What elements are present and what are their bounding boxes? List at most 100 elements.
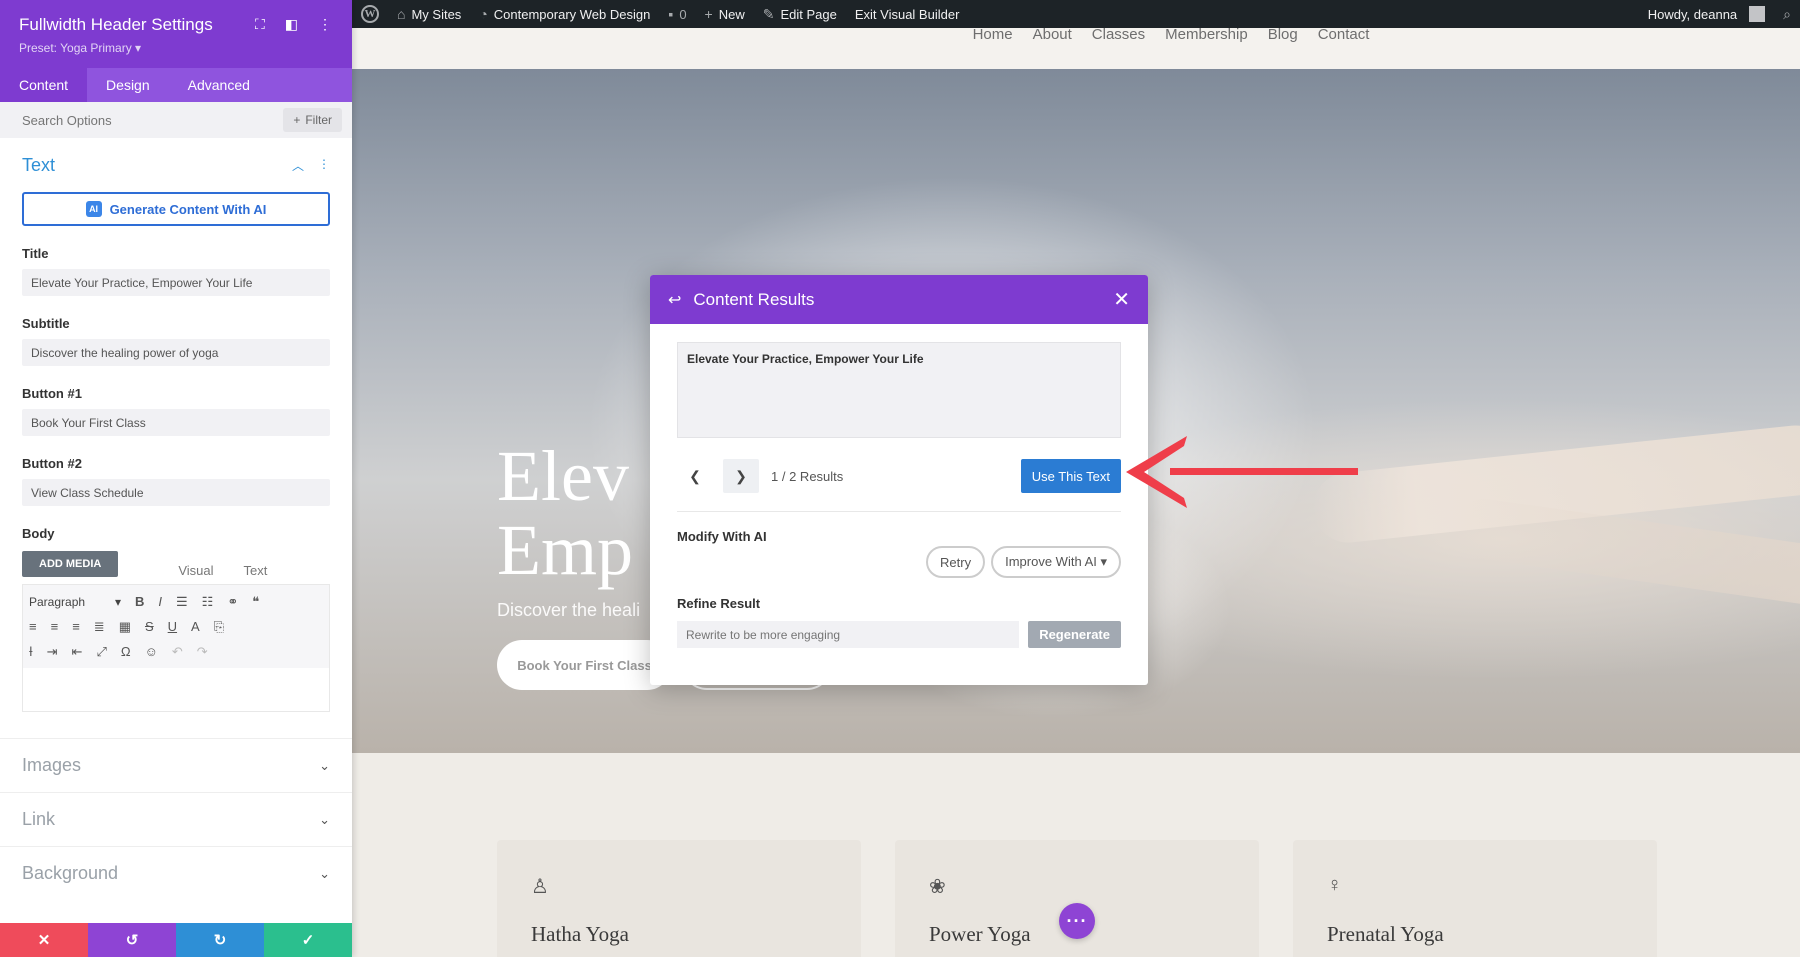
site-name-link[interactable]: ◔Contemporary Web Design	[470, 0, 659, 28]
hero-button-primary[interactable]: Book Your First Class	[497, 640, 672, 690]
regenerate-button[interactable]: Regenerate	[1028, 621, 1121, 648]
caret-down-icon: ▾	[115, 595, 121, 609]
builder-options-button[interactable]: ···	[1059, 903, 1095, 939]
previous-result-button[interactable]: ❮	[677, 459, 713, 493]
dashboard-icon: ◔	[479, 6, 487, 22]
more-options-icon[interactable]: ⋮	[318, 157, 330, 174]
meditation-icon: ♙	[531, 874, 549, 899]
title-field[interactable]: Elevate Your Practice, Empower Your Life	[22, 269, 330, 296]
next-result-button[interactable]: ❯	[723, 459, 759, 493]
align-right-icon[interactable]: ≡	[72, 619, 80, 634]
chevron-up-icon[interactable]: ︿	[292, 157, 304, 174]
fullscreen-icon[interactable]: ⤢	[96, 644, 106, 660]
text-color-icon[interactable]: A	[191, 619, 200, 634]
nav-membership[interactable]: Membership	[1165, 28, 1248, 69]
tab-advanced[interactable]: Advanced	[169, 68, 269, 102]
preset-dropdown[interactable]: Preset: Yoga Primary ▾	[19, 41, 352, 55]
comments-link[interactable]: ▪0	[659, 0, 695, 28]
italic-icon[interactable]: I	[158, 594, 162, 609]
edit-page-link[interactable]: ✎Edit Page	[754, 0, 846, 28]
improve-with-ai-dropdown[interactable]: Improve With AI ▾	[991, 546, 1121, 578]
refine-result-label: Refine Result	[677, 596, 1121, 611]
outdent-icon[interactable]: ⇤	[72, 644, 83, 660]
comments-count: 0	[679, 7, 686, 22]
close-icon: ✕	[38, 931, 51, 949]
result-counter: 1 / 2 Results	[771, 469, 843, 484]
tab-design[interactable]: Design	[87, 68, 169, 102]
modal-title: Content Results	[693, 290, 814, 310]
my-sites-link[interactable]: ⌂My Sites	[388, 0, 470, 28]
paste-icon[interactable]: ⎘	[214, 619, 224, 635]
link-section[interactable]: Link ⌄	[0, 792, 352, 846]
nav-blog[interactable]: Blog	[1268, 28, 1298, 69]
add-media-button[interactable]: ADD MEDIA	[22, 551, 118, 577]
redo-button[interactable]: ↻	[176, 923, 264, 957]
undo-icon[interactable]: ↶	[172, 644, 183, 660]
align-left-icon[interactable]: ≡	[29, 619, 37, 634]
nav-contact[interactable]: Contact	[1318, 28, 1370, 69]
redo-icon[interactable]: ↷	[197, 644, 208, 660]
site-navigation: Home About Classes Membership Blog Conta…	[352, 28, 1800, 69]
justify-icon[interactable]: ≣	[94, 619, 105, 635]
strikethrough-icon[interactable]: S	[145, 619, 154, 634]
editor-tab-text[interactable]: Text	[244, 563, 268, 578]
button1-field[interactable]: Book Your First Class	[22, 409, 330, 436]
indent-icon[interactable]: ⇥	[47, 644, 58, 660]
use-this-text-button[interactable]: Use This Text	[1021, 459, 1121, 493]
emoji-icon[interactable]: ☺	[145, 644, 158, 659]
account-menu[interactable]: Howdy, deanna	[1639, 0, 1774, 28]
more-options-icon[interactable]: ⋮	[318, 16, 332, 33]
nav-about[interactable]: About	[1033, 28, 1072, 69]
generate-content-ai-button[interactable]: AI Generate Content With AI	[22, 192, 330, 226]
bullet-list-icon[interactable]: ☰	[176, 594, 188, 610]
chevron-down-icon: ⌄	[319, 758, 330, 774]
background-section[interactable]: Background ⌄	[0, 846, 352, 900]
paragraph-label: Paragraph	[29, 595, 85, 609]
paragraph-format-select[interactable]: Paragraph ▾	[29, 595, 121, 609]
undo-button[interactable]: ↺	[88, 923, 176, 957]
images-section[interactable]: Images ⌄	[0, 738, 352, 792]
chevron-down-icon: ⌄	[319, 866, 330, 882]
search-options-input[interactable]	[22, 113, 283, 128]
editor-tab-visual[interactable]: Visual	[178, 563, 213, 578]
refine-input[interactable]	[677, 621, 1019, 648]
rich-text-editor[interactable]: Paragraph ▾ B I ☰ ☷ ⚭ ❝ ≡ ≡ ≡ ≣ ▦ S U A	[22, 584, 330, 712]
discard-button[interactable]: ✕	[0, 923, 88, 957]
retry-button[interactable]: Retry	[926, 546, 985, 578]
text-section-header[interactable]: Text ︿⋮	[22, 138, 330, 192]
chevron-left-icon: ❮	[689, 468, 701, 485]
wp-logo-menu[interactable]: W	[352, 0, 388, 28]
redo-icon: ↻	[214, 931, 227, 949]
save-button[interactable]: ✓	[264, 923, 352, 957]
link-icon[interactable]: ⚭	[227, 594, 238, 610]
button2-field[interactable]: View Class Schedule	[22, 479, 330, 506]
generate-ai-label: Generate Content With AI	[110, 202, 267, 217]
panel-header: Fullwidth Header Settings Preset: Yoga P…	[0, 0, 352, 68]
bold-icon[interactable]: B	[135, 594, 144, 609]
nav-classes[interactable]: Classes	[1092, 28, 1145, 69]
tab-content[interactable]: Content	[0, 68, 87, 102]
table-icon[interactable]: ▦	[119, 619, 131, 635]
back-arrow-icon[interactable]: ↩	[668, 290, 681, 310]
numbered-list-icon[interactable]: ☷	[202, 594, 214, 610]
card-title: Hatha Yoga	[531, 922, 629, 947]
nav-home[interactable]: Home	[973, 28, 1013, 69]
underline-icon[interactable]: U	[168, 619, 177, 634]
filter-button[interactable]: +Filter	[283, 108, 342, 132]
clear-format-icon[interactable]: Ɨ	[29, 644, 33, 659]
admin-search[interactable]: ⌕	[1774, 0, 1800, 28]
align-center-icon[interactable]: ≡	[51, 619, 59, 634]
split-view-icon[interactable]: ◧	[285, 16, 298, 33]
close-icon[interactable]: ✕	[1113, 287, 1130, 312]
subtitle-field[interactable]: Discover the healing power of yoga	[22, 339, 330, 366]
omega-icon[interactable]: Ω	[121, 644, 131, 659]
exit-visual-builder-link[interactable]: Exit Visual Builder	[846, 0, 969, 28]
pencil-icon: ✎	[763, 6, 775, 23]
expand-icon[interactable]: ⛶	[255, 16, 265, 33]
plus-icon: +	[705, 6, 713, 22]
class-card: ♀ Prenatal Yoga	[1293, 840, 1657, 957]
result-textarea[interactable]: Elevate Your Practice, Empower Your Life	[677, 342, 1121, 438]
new-content-link[interactable]: +New	[696, 0, 754, 28]
howdy-label: Howdy, deanna	[1648, 7, 1737, 22]
quote-icon[interactable]: ❝	[252, 594, 259, 610]
